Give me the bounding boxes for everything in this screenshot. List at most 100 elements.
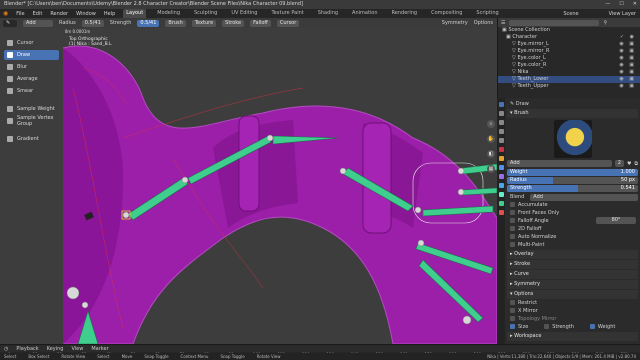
- 2d-falloff-check[interactable]: 2D Falloff: [507, 225, 638, 233]
- checkbox[interactable]: [510, 242, 515, 247]
- visibility-icons[interactable]: ◉ ▣: [619, 76, 636, 83]
- visibility-icons[interactable]: ◉ ▣: [619, 83, 636, 90]
- restrict-check[interactable]: Restrict: [507, 299, 638, 307]
- view-layer-tab-icon[interactable]: [498, 129, 504, 134]
- particles-tab-icon[interactable]: [498, 174, 504, 179]
- radius-field[interactable]: 0.5/41: [81, 19, 104, 27]
- blender-logo-icon[interactable]: ◉: [3, 10, 8, 17]
- filter-icon[interactable]: ⚲: [603, 20, 607, 26]
- falloff-angle-check[interactable]: Falloff Angle 80°: [507, 217, 638, 225]
- checkbox[interactable]: [510, 300, 515, 305]
- view-layer-selector[interactable]: View Layer: [609, 11, 636, 17]
- brush-panel-header[interactable]: Brush: [507, 109, 638, 118]
- falloff-menu[interactable]: Falloff: [250, 19, 271, 27]
- tab-texture-paint[interactable]: Texture Paint: [268, 9, 306, 18]
- stroke-panel-header[interactable]: Stroke: [507, 260, 638, 269]
- marker-menu[interactable]: Marker: [91, 346, 108, 352]
- symmetry-menu[interactable]: Symmetry: [442, 20, 468, 26]
- data-tab-icon[interactable]: [498, 201, 504, 206]
- tool-draw[interactable]: Draw: [4, 50, 59, 60]
- checkbox[interactable]: [510, 226, 515, 231]
- tab-modeling[interactable]: Modeling: [154, 9, 183, 18]
- outliner-item[interactable]: ▽ Eye.mirror_L ◉ ▣: [498, 41, 640, 48]
- strength-field[interactable]: 0.5/41: [137, 19, 160, 27]
- outliner-icon[interactable]: ☰: [501, 20, 505, 26]
- brush-selector[interactable]: Add: [23, 19, 53, 27]
- 3d-viewport[interactable]: [63, 28, 497, 344]
- checkbox[interactable]: [510, 218, 515, 223]
- options-menu[interactable]: Options: [474, 20, 493, 26]
- output-tab-icon[interactable]: [498, 120, 504, 125]
- menu-edit[interactable]: Edit: [33, 11, 43, 17]
- outliner-item[interactable]: ▣ Character ✓ ◉: [498, 34, 640, 41]
- texture-menu[interactable]: Texture: [191, 19, 217, 27]
- weight-slider[interactable]: Weight 1.000: [507, 169, 638, 176]
- tab-layout[interactable]: Layout: [123, 9, 147, 18]
- scene-selector[interactable]: Scene: [563, 11, 578, 17]
- tool-tab-icon[interactable]: [498, 102, 504, 107]
- visibility-icons[interactable]: ◉ ▣: [619, 55, 636, 62]
- viewport-scene[interactable]: [63, 28, 497, 344]
- outliner-item[interactable]: ▽ Eye.color_R ◉ ▣: [498, 62, 640, 69]
- falloff-angle-field[interactable]: 80°: [596, 217, 636, 224]
- outliner-search[interactable]: [509, 19, 600, 26]
- tab-uv-editing[interactable]: UV Editing: [228, 9, 260, 18]
- checkbox[interactable]: [510, 324, 515, 329]
- x-mirror-check[interactable]: X Mirror: [507, 307, 638, 315]
- tab-scripting[interactable]: Scripting: [473, 9, 501, 18]
- outliner-item[interactable]: ▣ Scene Collection: [498, 27, 640, 34]
- menu-help[interactable]: Help: [104, 11, 115, 17]
- world-tab-icon[interactable]: [498, 147, 504, 152]
- material-tab-icon[interactable]: [498, 210, 504, 215]
- tab-shading[interactable]: Shading: [315, 9, 341, 18]
- menu-window[interactable]: Window: [76, 11, 96, 17]
- view-menu[interactable]: View: [71, 346, 83, 352]
- checkbox[interactable]: [510, 234, 515, 239]
- radius-slider[interactable]: Radius 50 px: [507, 177, 638, 184]
- symmetry-panel-header[interactable]: Symmetry: [507, 280, 638, 289]
- checkbox[interactable]: [510, 316, 515, 321]
- visibility-icons[interactable]: ✓ ◉: [620, 34, 636, 41]
- tool-sample-vertex-group[interactable]: Sample Vertex Group: [4, 115, 59, 127]
- tool-average[interactable]: Average: [4, 74, 59, 84]
- fake-user-icon[interactable]: ♥: [627, 161, 631, 167]
- visibility-icons[interactable]: ◉ ▣: [619, 41, 636, 48]
- checkbox[interactable]: [544, 324, 550, 329]
- mode-selector[interactable]: ✎: [3, 19, 17, 27]
- scene-tab-icon[interactable]: [498, 138, 504, 143]
- stroke-menu[interactable]: Stroke: [222, 19, 245, 27]
- maximize-icon[interactable]: ☐: [619, 0, 623, 9]
- tab-rendering[interactable]: Rendering: [389, 9, 421, 18]
- tool-cursor[interactable]: Cursor: [4, 38, 59, 48]
- render-tab-icon[interactable]: [498, 111, 504, 116]
- tab-sculpting[interactable]: Sculpting: [191, 9, 220, 18]
- checkbox[interactable]: [589, 324, 595, 329]
- outliner-item[interactable]: ▽ Teeth_Upper ◉ ▣: [498, 83, 640, 90]
- auto-normalize-check[interactable]: Auto Normalize: [507, 233, 638, 241]
- timeline-editor-icon[interactable]: ◷: [4, 346, 8, 352]
- pan-icon[interactable]: ✋: [487, 135, 495, 143]
- playback-menu[interactable]: Playback: [16, 346, 38, 352]
- weight-toggle[interactable]: Weight: [589, 323, 615, 331]
- strength-toggle[interactable]: Strength: [544, 323, 574, 331]
- front-faces-check[interactable]: Front Faces Only: [507, 209, 638, 217]
- checkbox[interactable]: [510, 202, 515, 207]
- visibility-icons[interactable]: ◉ ▣: [619, 62, 636, 69]
- tool-blur[interactable]: Blur: [4, 62, 59, 72]
- keying-menu[interactable]: Keying: [47, 346, 64, 352]
- tool-gradient[interactable]: Gradient: [4, 134, 59, 144]
- outliner-item[interactable]: ▽ Eye.mirror_R ◉ ▣: [498, 48, 640, 55]
- constraints-tab-icon[interactable]: [498, 192, 504, 197]
- object-tab-icon[interactable]: [498, 156, 504, 161]
- brush-name-field[interactable]: Add: [507, 160, 612, 167]
- zoom-icon[interactable]: ⌕: [487, 120, 495, 128]
- outliner-item[interactable]: ▽ Nika ◉ ▣: [498, 69, 640, 76]
- tool-smear[interactable]: Smear: [4, 86, 59, 96]
- checkbox[interactable]: [510, 308, 515, 313]
- brush-menu[interactable]: Brush: [165, 19, 186, 27]
- strength-slider[interactable]: Strength 0.541: [507, 185, 638, 192]
- close-icon[interactable]: ✕: [633, 0, 637, 9]
- minimize-icon[interactable]: —: [605, 0, 610, 9]
- cursor-menu[interactable]: Cursor: [276, 19, 300, 27]
- blend-selector[interactable]: Add: [530, 193, 638, 201]
